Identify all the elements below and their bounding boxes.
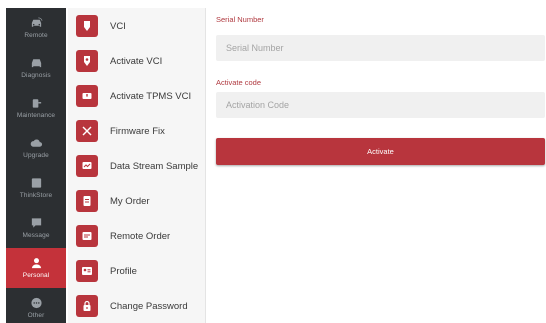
nav-message[interactable]: Message	[6, 208, 66, 248]
nav-personal[interactable]: Personal	[6, 248, 66, 288]
nav-upgrade-label: Upgrade	[23, 152, 49, 159]
menu-item-label: Change Password	[110, 300, 188, 312]
nav-thinkstore-label: ThinkStore	[19, 192, 53, 199]
tpms-icon	[76, 85, 98, 107]
main-nav-rail: Remote Diagnosis Maintenance Upgrade Thi…	[6, 8, 66, 323]
nav-remote-label: Remote	[24, 32, 48, 39]
menu-item-label: Data Stream Sample	[110, 160, 199, 172]
menu-item-data-stream-sample[interactable]: Data Stream Sample	[68, 151, 206, 181]
menu-item-activate-vci[interactable]: Activate VCI	[68, 46, 206, 76]
activate-button[interactable]: Activate	[216, 138, 545, 165]
activate-vci-icon	[76, 50, 98, 72]
menu-item-label: Remote Order	[110, 230, 171, 242]
nav-personal-label: Personal	[22, 272, 50, 279]
nav-thinkstore[interactable]: ThinkStore	[6, 168, 66, 208]
activate-vci-panel: Serial Number Activate code Activate	[206, 8, 546, 323]
order-icon	[76, 190, 98, 212]
activation-code-input[interactable]	[216, 92, 545, 118]
menu-item-label: Profile	[110, 265, 137, 277]
menu-item-firmware-fix[interactable]: Firmware Fix	[68, 116, 206, 146]
menu-item-remote-order[interactable]: Remote Order	[68, 221, 206, 251]
menu-item-label: Activate VCI	[110, 55, 163, 67]
more-icon	[29, 297, 43, 309]
nav-other-label: Other	[27, 312, 45, 319]
remote-order-icon	[76, 225, 98, 247]
serial-number-label: Serial Number	[216, 15, 264, 24]
nav-message-label: Message	[22, 232, 50, 239]
nav-upgrade[interactable]: Upgrade	[6, 128, 66, 168]
nav-remote[interactable]: Remote	[6, 8, 66, 48]
menu-item-profile[interactable]: Profile	[68, 256, 206, 286]
vci-icon	[76, 15, 98, 37]
menu-item-label: Activate TPMS VCI	[110, 90, 192, 102]
cloud-upgrade-icon	[29, 137, 43, 149]
menu-item-label: Firmware Fix	[110, 125, 165, 137]
menu-item-change-password[interactable]: Change Password	[68, 291, 206, 321]
nav-maintenance-label: Maintenance	[16, 112, 56, 119]
data-stream-icon	[76, 155, 98, 177]
nav-maintenance[interactable]: Maintenance	[6, 88, 66, 128]
store-icon	[29, 177, 43, 189]
tools-icon	[76, 120, 98, 142]
message-icon	[29, 217, 43, 229]
personal-submenu: VCI Activate VCI Activate TPMS VCI Firmw…	[68, 8, 206, 323]
menu-item-label: My Order	[110, 195, 150, 207]
nav-diagnosis-label: Diagnosis	[21, 72, 51, 79]
menu-item-my-order[interactable]: My Order	[68, 186, 206, 216]
activate-code-label: Activate code	[216, 78, 262, 87]
person-icon	[29, 257, 43, 269]
menu-item-vci[interactable]: VCI	[68, 11, 206, 41]
car-remote-icon	[29, 17, 43, 29]
nav-other[interactable]: Other	[6, 288, 66, 323]
menu-item-label: VCI	[110, 20, 126, 32]
nav-diagnosis[interactable]: Diagnosis	[6, 48, 66, 88]
menu-item-activate-tpms-vci[interactable]: Activate TPMS VCI	[68, 81, 206, 111]
profile-card-icon	[76, 260, 98, 282]
serial-number-input[interactable]	[216, 35, 545, 61]
lock-icon	[76, 295, 98, 317]
car-diagnosis-icon	[29, 57, 43, 69]
wrench-maintenance-icon	[29, 97, 43, 109]
